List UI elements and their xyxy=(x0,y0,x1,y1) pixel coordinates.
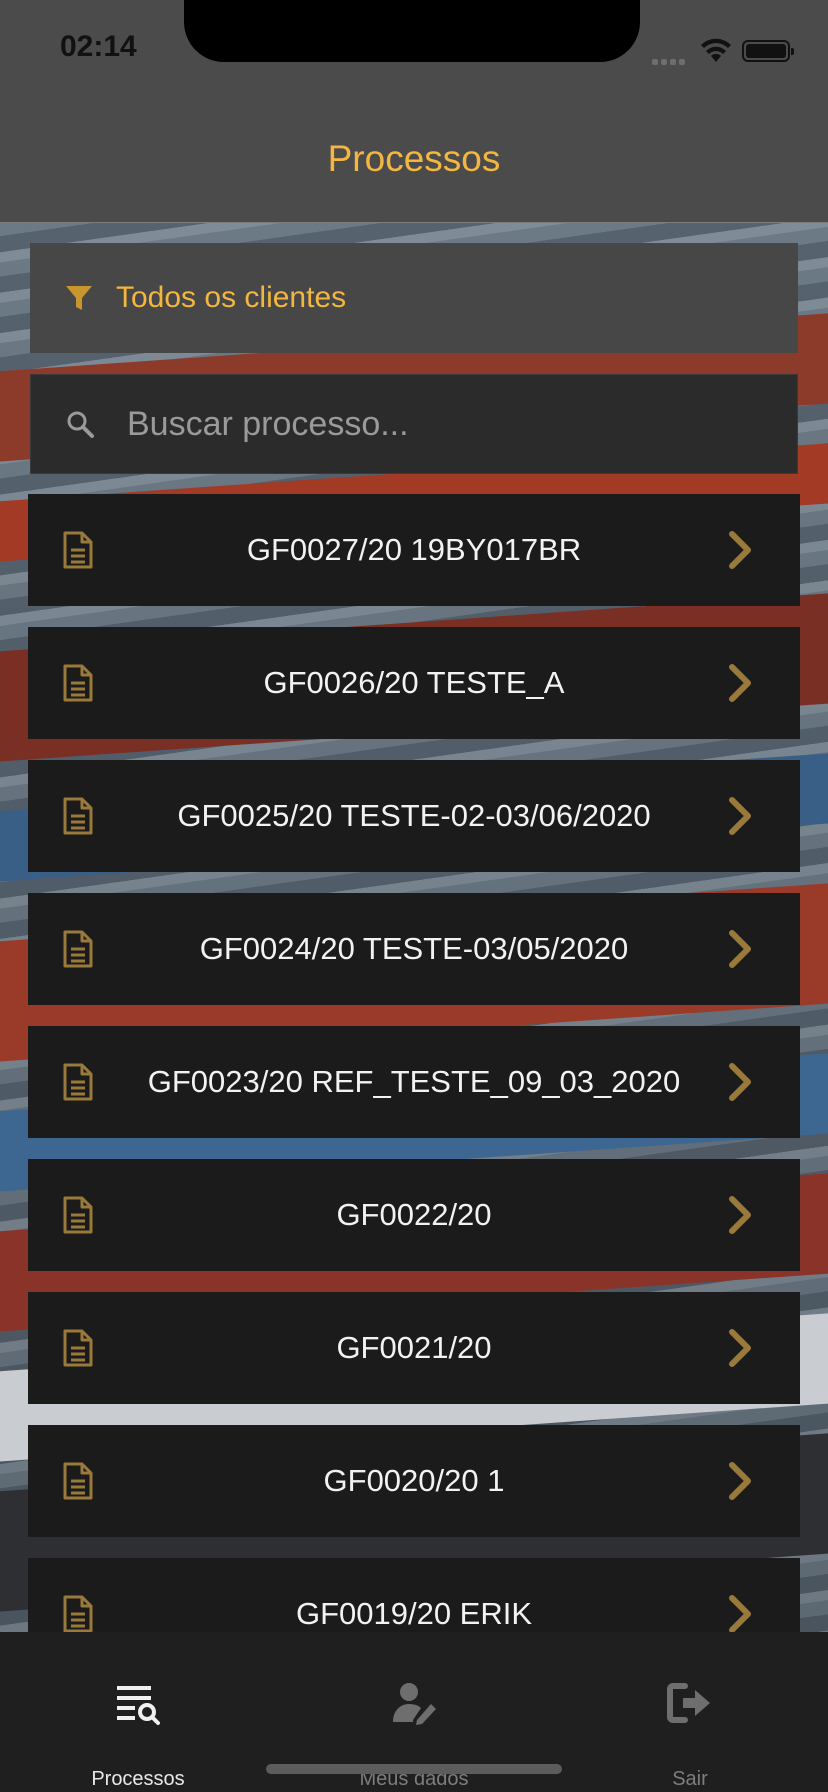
search-bar[interactable] xyxy=(30,374,798,474)
chevron-right-icon xyxy=(729,1595,751,1633)
filter-icon xyxy=(66,286,92,310)
page-title: Processos xyxy=(327,138,501,179)
process-row[interactable]: GF0026/20 TESTE_A xyxy=(28,627,800,739)
client-filter-button[interactable]: Todos os clientes xyxy=(30,243,798,353)
process-label: GF0026/20 TESTE_A xyxy=(263,665,565,700)
process-row[interactable]: GF0027/20 19BY017BR xyxy=(28,494,800,606)
status-time: 02:14 xyxy=(60,30,137,63)
document-icon xyxy=(63,1063,93,1101)
cellular-signal-icon xyxy=(652,52,692,65)
process-label: GF0025/20 TESTE-02-03/06/2020 xyxy=(177,798,651,833)
tab-processos[interactable]: Processos xyxy=(0,1632,276,1792)
process-row[interactable]: GF0025/20 TESTE-02-03/06/2020 xyxy=(28,760,800,872)
document-icon xyxy=(63,1329,93,1367)
process-row[interactable]: GF0023/20 REF_TESTE_09_03_2020 xyxy=(28,1026,800,1138)
document-icon xyxy=(63,531,93,569)
search-icon xyxy=(67,411,94,438)
process-label: GF0024/20 TESTE-03/05/2020 xyxy=(199,931,629,966)
battery-icon xyxy=(742,40,794,62)
chevron-right-icon xyxy=(729,1196,751,1234)
chevron-right-icon xyxy=(729,1329,751,1367)
process-row[interactable]: GF0024/20 TESTE-03/05/2020 xyxy=(28,893,800,1005)
home-indicator xyxy=(266,1764,562,1774)
document-icon xyxy=(63,664,93,702)
process-row[interactable]: GF0022/20 xyxy=(28,1159,800,1271)
process-label: GF0020/20 1 xyxy=(323,1463,505,1498)
document-icon xyxy=(63,1462,93,1500)
document-icon xyxy=(63,1595,93,1633)
navigation-header: 02:14 Processos xyxy=(0,0,828,223)
document-icon xyxy=(63,797,93,835)
chevron-right-icon xyxy=(729,1063,751,1101)
wifi-icon xyxy=(701,38,731,62)
sign-out-icon xyxy=(667,1683,710,1723)
process-row[interactable]: GF0021/20 xyxy=(28,1292,800,1404)
process-label: GF0021/20 xyxy=(336,1330,492,1365)
process-label: GF0022/20 xyxy=(336,1197,492,1232)
process-label: GF0023/20 REF_TESTE_09_03_2020 xyxy=(147,1064,681,1099)
chevron-right-icon xyxy=(729,531,751,569)
user-edit-icon xyxy=(393,1683,436,1725)
chevron-right-icon xyxy=(729,664,751,702)
search-input[interactable] xyxy=(125,403,749,445)
list-search-icon xyxy=(117,1686,160,1725)
device-notch xyxy=(184,0,640,62)
process-label: GF0027/20 19BY017BR xyxy=(246,532,582,567)
chevron-right-icon xyxy=(729,797,751,835)
chevron-right-icon xyxy=(729,1462,751,1500)
document-icon xyxy=(63,930,93,968)
chevron-right-icon xyxy=(729,930,751,968)
tab-label: Sair xyxy=(672,1768,708,1790)
tab-sair[interactable]: Sair xyxy=(552,1632,828,1792)
tab-label: Processos xyxy=(91,1768,185,1790)
document-icon xyxy=(63,1196,93,1234)
process-row[interactable]: GF0020/20 1 xyxy=(28,1425,800,1537)
client-filter-label: Todos os clientes xyxy=(116,281,347,314)
